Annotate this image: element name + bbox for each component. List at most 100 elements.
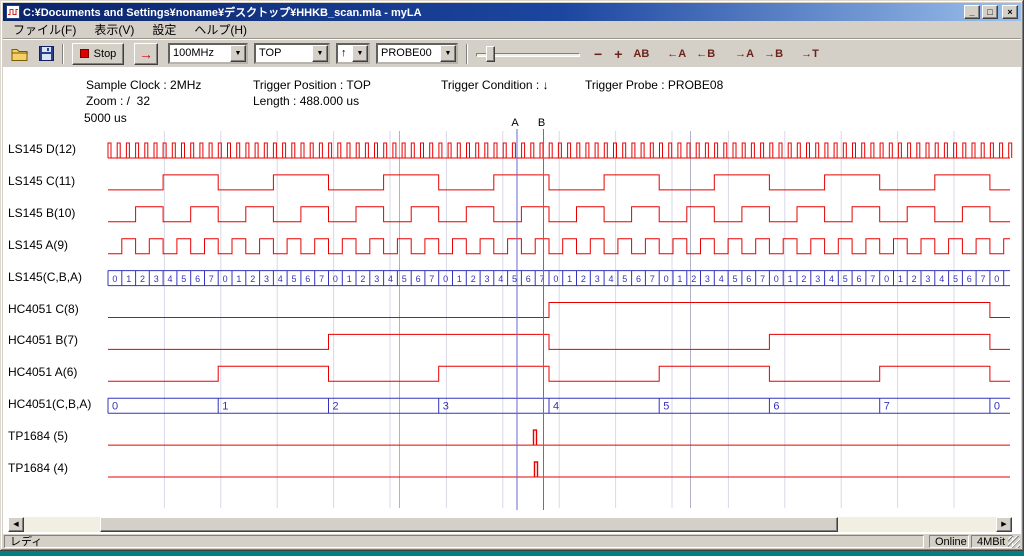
cursor-b[interactable]: B [538,117,545,510]
scrollbar-thumb[interactable] [100,517,838,532]
goto-cursor-a-button[interactable]: ←A [662,48,691,60]
svg-text:1: 1 [347,274,352,284]
scroll-left-icon[interactable]: ◀ [8,517,24,532]
svg-text:2: 2 [333,401,339,413]
save-icon[interactable] [39,46,54,61]
svg-text:5: 5 [843,274,848,284]
horizontal-scrollbar[interactable]: ◀ ▶ [8,517,1012,532]
svg-text:1: 1 [677,274,682,284]
chevron-down-icon[interactable]: ▼ [352,45,368,62]
svg-text:7: 7 [760,274,765,284]
svg-text:2: 2 [471,274,476,284]
slider-thumb[interactable] [486,46,495,62]
goto-cursor-b-button[interactable]: ←B [691,48,720,60]
svg-text:5: 5 [622,274,627,284]
ab-span-button[interactable]: AB [628,48,654,60]
channel-label: LS145 C(11) [8,174,108,188]
svg-text:4: 4 [939,274,944,284]
svg-text:0: 0 [112,401,118,413]
toolbar-separator [62,44,64,64]
svg-text:3: 3 [595,274,600,284]
chevron-down-icon[interactable]: ▼ [440,45,456,62]
svg-text:0: 0 [774,274,779,284]
stop-icon [80,49,89,58]
waveform-canvas[interactable]: 0123456701234567012345670123456701234567… [0,112,1024,516]
menu-settings[interactable]: 設定 [143,19,185,40]
svg-text:2: 2 [250,274,255,284]
svg-text:0: 0 [223,274,228,284]
svg-text:4: 4 [278,274,283,284]
svg-text:7: 7 [429,274,434,284]
sample-clock-select[interactable]: 100MHz ▼ [168,43,248,64]
svg-text:3: 3 [815,274,820,284]
maximize-button[interactable]: □ [982,5,998,19]
channel-label: LS145 D(12) [8,142,108,156]
svg-text:5: 5 [732,274,737,284]
svg-text:3: 3 [443,401,449,413]
svg-text:0: 0 [443,274,448,284]
svg-text:2: 2 [360,274,365,284]
move-cursor-b-button[interactable]: →B [759,48,788,60]
chevron-down-icon[interactable]: ▼ [230,45,246,62]
svg-text:5: 5 [402,274,407,284]
svg-text:0: 0 [994,274,999,284]
window-title: C:¥Documents and Settings¥noname¥デスクトップ¥… [23,4,961,20]
status-memory: 4MBit [971,535,1013,548]
channel-label: LS145(C,B,A) [8,270,108,284]
channel-label: LS145 A(9) [8,238,108,252]
minimize-button[interactable]: _ [964,5,980,19]
svg-text:4: 4 [719,274,724,284]
channel-label: TP1684 (4) [8,461,108,475]
svg-text:0: 0 [664,274,669,284]
move-cursor-a-button[interactable]: →A [730,48,759,60]
svg-text:6: 6 [773,401,779,413]
menu-bar: ファイル(F) 表示(V) 設定 ヘルプ(H) [3,21,1021,39]
svg-text:7: 7 [650,274,655,284]
svg-text:4: 4 [498,274,503,284]
svg-text:5: 5 [953,274,958,284]
channel-label: HC4051(C,B,A) [8,397,108,411]
svg-text:0: 0 [112,274,117,284]
resize-grip-icon[interactable] [1008,536,1020,548]
stop-button[interactable]: Stop [72,43,124,65]
svg-text:4: 4 [553,401,559,413]
trigger-probe-select[interactable]: PROBE00 ▼ [376,43,458,64]
trigger-position-info: Trigger Position : TOP [253,78,371,92]
trigger-probe-info: Trigger Probe : PROBE08 [585,78,723,92]
wave-row: 012345670 [108,398,1010,413]
toolbar: Stop → 100MHz ▼ TOP ▼ ↑ ▼ PROBE00 ▼ − + … [3,39,1021,67]
channel-label: LS145 B(10) [8,206,108,220]
channel-label: HC4051 B(7) [8,333,108,347]
menu-help[interactable]: ヘルプ(H) [185,19,256,40]
status-ready: レディ [4,535,924,548]
scroll-right-icon[interactable]: ▶ [996,517,1012,532]
app-window: C:¥Documents and Settings¥noname¥デスクトップ¥… [0,0,1024,551]
zoom-out-button[interactable]: − [588,46,608,62]
svg-text:A: A [511,117,519,129]
goto-trigger-button[interactable]: →T [796,48,824,60]
trigger-position-select[interactable]: TOP ▼ [254,43,330,64]
menu-file[interactable]: ファイル(F) [4,19,85,40]
channel-label: HC4051 A(6) [8,365,108,379]
trigger-edge-select[interactable]: ↑ ▼ [336,43,370,64]
svg-text:1: 1 [898,274,903,284]
svg-text:7: 7 [980,274,985,284]
length-info: Length : 488.000 us [253,94,359,108]
open-file-icon[interactable] [11,47,29,61]
window-controls: _ □ × [964,5,1018,19]
cursor-a[interactable]: A [511,117,519,510]
svg-text:1: 1 [222,401,228,413]
svg-text:6: 6 [416,274,421,284]
svg-text:4: 4 [167,274,172,284]
menu-view[interactable]: 表示(V) [85,19,143,40]
svg-text:4: 4 [829,274,834,284]
zoom-in-button[interactable]: + [608,46,628,62]
chevron-down-icon[interactable]: ▼ [312,45,328,62]
close-button[interactable]: × [1002,5,1018,19]
svg-text:5: 5 [663,401,669,413]
svg-text:3: 3 [705,274,710,284]
zoom-slider[interactable] [476,44,580,64]
svg-text:2: 2 [581,274,586,284]
run-button[interactable]: → [134,43,158,65]
status-bar: レディ Online 4MBit [3,534,1021,549]
